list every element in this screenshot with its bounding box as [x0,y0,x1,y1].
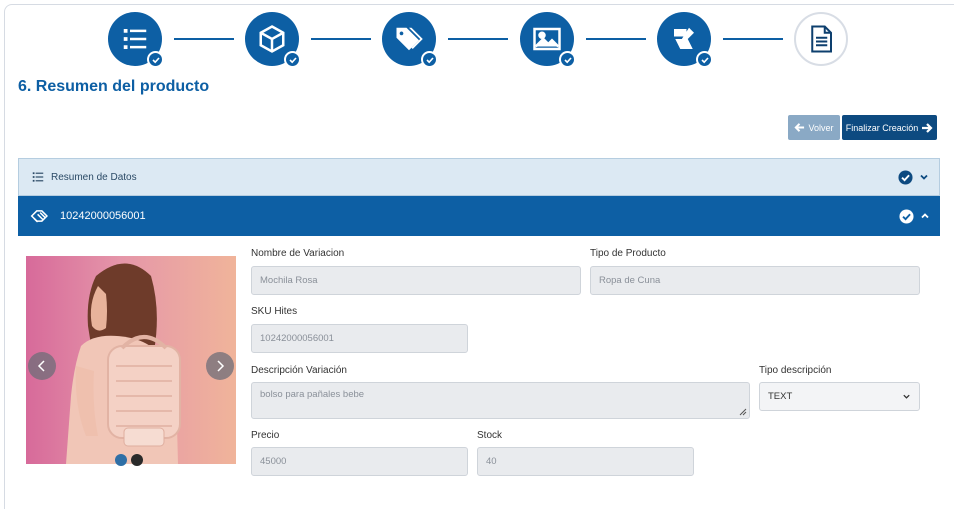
description-type-value: TEXT [768,391,793,402]
check-circle-icon [899,208,914,224]
list-icon [123,29,147,49]
document-icon [811,25,832,53]
step-connector [448,38,508,40]
description-type-label: Tipo descripción [759,365,832,376]
variant-sku-label: 10242000056001 [60,210,146,222]
chevron-down-icon [903,394,910,399]
description-type-select[interactable]: TEXT [759,382,920,411]
stock-field[interactable]: 40 [477,447,694,476]
product-type-label: Tipo de Producto [590,248,666,259]
product-photo [66,263,181,464]
step-connector [174,38,234,40]
check-circle-icon [898,169,913,185]
carousel-prev-button[interactable] [28,352,56,380]
chevron-down-icon[interactable] [919,172,929,182]
box-icon [259,25,285,53]
list-icon [32,172,44,182]
carousel-next-button[interactable] [206,352,234,380]
step-box[interactable] [245,12,301,68]
product-type-field[interactable]: Ropa de Cuna [590,266,920,295]
step-tags[interactable] [382,12,438,68]
back-button-label: Volver [808,122,834,133]
product-type-value: Ropa de Cuna [599,275,661,286]
chevron-up-icon[interactable] [920,211,930,221]
progress-stepper [0,10,954,70]
tools-icon [674,27,694,49]
carousel-dot-active[interactable] [115,454,127,466]
page-title: 6. Resumen del producto [18,78,210,95]
check-icon [696,51,713,68]
tags-icon [396,27,423,51]
step-connector [586,38,646,40]
step-tools[interactable] [657,12,713,68]
handshake-icon [30,210,49,223]
step-document[interactable] [794,12,848,66]
back-button[interactable]: Volver [788,115,840,140]
step-list[interactable] [108,12,164,68]
chevron-right-icon [217,360,225,372]
description-label: Descripción Variación [251,365,347,376]
price-label: Precio [251,430,280,441]
step-connector [311,38,371,40]
carousel-indicators [115,454,143,466]
accordion-summary-label: Resumen de Datos [51,171,137,183]
check-icon [147,51,164,68]
variation-name-label: Nombre de Variacion [251,248,345,259]
sku-value: 10242000056001 [260,333,334,344]
image-icon [533,27,561,51]
chevron-left-icon [37,360,45,372]
sku-field[interactable]: 10242000056001 [251,324,468,353]
accordion-summary-header[interactable]: Resumen de Datos [18,158,940,196]
resize-handle-icon[interactable] [739,408,747,416]
stock-value: 40 [486,456,497,467]
check-icon [284,51,301,68]
variation-name-field[interactable]: Mochila Rosa [251,266,581,295]
finish-button-label: Finalizar Creación [845,122,919,133]
stock-label: Stock [477,430,503,441]
arrow-left-icon [794,123,805,132]
description-value: bolso para pañales bebe [260,389,365,400]
step-connector [723,38,783,40]
variation-name-value: Mochila Rosa [260,275,318,286]
price-field[interactable]: 45000 [251,447,468,476]
accordion-variant-header[interactable]: 10242000056001 [18,196,940,236]
description-textarea[interactable]: bolso para pañales bebe [251,382,750,419]
check-icon [559,51,576,68]
arrow-right-icon [922,122,933,133]
carousel-dot[interactable] [131,454,143,466]
sku-label: SKU Hites [251,306,298,317]
price-value: 45000 [260,456,287,467]
finish-creation-button[interactable]: Finalizar Creación [842,115,937,140]
step-image[interactable] [520,12,576,68]
product-image-carousel [26,256,236,464]
check-icon [421,51,438,68]
